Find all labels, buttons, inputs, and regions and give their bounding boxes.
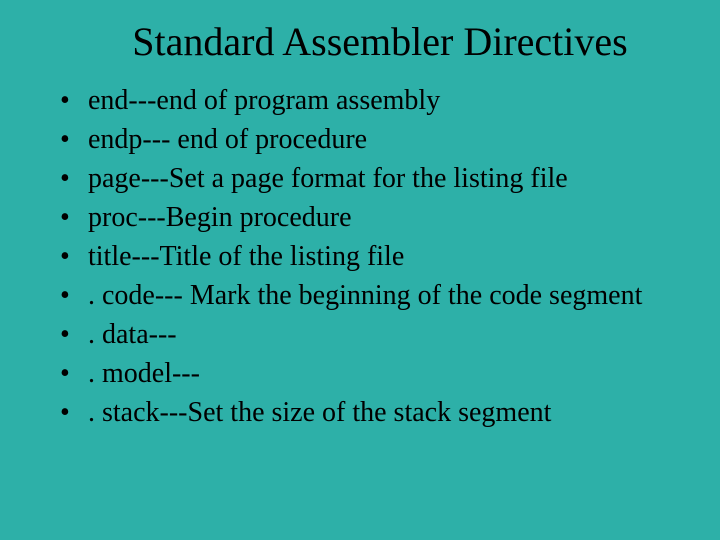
list-item: . data--- (60, 317, 690, 352)
list-item: title---Title of the listing file (60, 239, 690, 274)
directive-list: end---end of program assembly endp--- en… (30, 83, 690, 430)
list-item: proc---Begin procedure (60, 200, 690, 235)
list-item: . code--- Mark the beginning of the code… (60, 278, 690, 313)
list-item: page---Set a page format for the listing… (60, 161, 690, 196)
list-item: endp--- end of procedure (60, 122, 690, 157)
slide: Standard Assembler Directives end---end … (0, 0, 720, 540)
list-item: . stack---Set the size of the stack segm… (60, 395, 690, 430)
list-item: . model--- (60, 356, 690, 391)
list-item: end---end of program assembly (60, 83, 690, 118)
page-title: Standard Assembler Directives (30, 18, 690, 65)
